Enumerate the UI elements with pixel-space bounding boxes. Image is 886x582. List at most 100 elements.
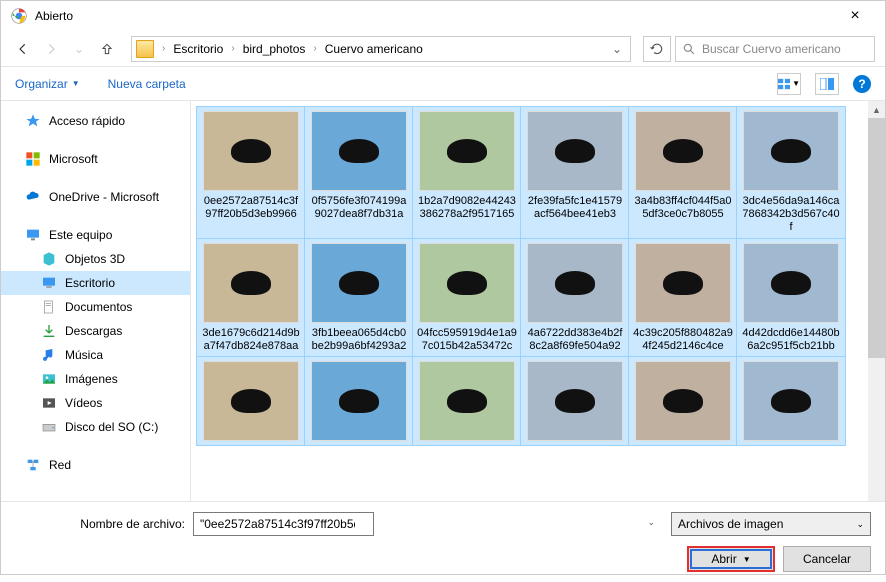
file-tile[interactable] bbox=[197, 357, 305, 445]
breadcrumb-segment[interactable]: Escritorio bbox=[169, 42, 227, 56]
close-button[interactable]: × bbox=[835, 7, 875, 25]
thumbnail bbox=[527, 243, 623, 323]
sidebar-pictures[interactable]: Imágenes bbox=[1, 367, 190, 391]
file-tile[interactable]: 3a4b83ff4cf044f5a05df3ce0c7b8055 bbox=[629, 107, 737, 239]
breadcrumb[interactable]: › Escritorio › bird_photos › Cuervo amer… bbox=[131, 36, 631, 62]
file-name: 4d42dcdd6e14480b6a2c951f5cb21bb bbox=[741, 327, 841, 353]
file-tile[interactable]: 0ee2572a87514c3f97ff20b5d3eb9966 bbox=[197, 107, 305, 239]
sidebar-network[interactable]: Red bbox=[1, 453, 190, 477]
chevron-right-icon: › bbox=[227, 43, 238, 54]
file-tile[interactable] bbox=[521, 357, 629, 445]
file-tile[interactable]: 3dc4e56da9a146ca7868342b3d567c40f bbox=[737, 107, 845, 239]
thumbnail bbox=[743, 111, 839, 191]
file-tile[interactable]: 3de1679c6d214d9ba7f47db824e878aa bbox=[197, 239, 305, 357]
search-icon bbox=[682, 42, 696, 56]
sidebar-microsoft[interactable]: Microsoft bbox=[1, 147, 190, 171]
refresh-button[interactable] bbox=[643, 36, 671, 62]
file-name: 04fcc595919d4e1a97c015b42a53472c bbox=[417, 327, 517, 353]
sidebar-videos[interactable]: Vídeos bbox=[1, 391, 190, 415]
view-mode-button[interactable]: ▼ bbox=[777, 73, 801, 95]
breadcrumb-segment[interactable]: bird_photos bbox=[239, 42, 310, 56]
search-placeholder: Buscar Cuervo americano bbox=[702, 42, 841, 56]
file-tile[interactable]: 2fe39fa5fc1e41579acf564bee41eb3 bbox=[521, 107, 629, 239]
sidebar-local-disk[interactable]: Disco del SO (C:) bbox=[1, 415, 190, 439]
sidebar: Acceso rápido Microsoft OneDrive - Micro… bbox=[1, 101, 191, 501]
sidebar-this-pc[interactable]: Este equipo bbox=[1, 223, 190, 247]
file-name: 0f5756fe3f074199a9027dea8f7db31a bbox=[309, 195, 409, 221]
file-name: 4c39c205f880482a94f245d2146c4ce bbox=[633, 327, 733, 353]
file-name: 4a6722dd383e4b2f8c2a8f69fe504a92 bbox=[525, 327, 625, 353]
file-tile[interactable]: 1b2a7d9082e44243386278a2f9517165 bbox=[413, 107, 521, 239]
thumbnail bbox=[527, 361, 623, 441]
breadcrumb-segment[interactable]: Cuervo americano bbox=[321, 42, 427, 56]
sidebar-music[interactable]: Música bbox=[1, 343, 190, 367]
help-button[interactable]: ? bbox=[853, 75, 871, 93]
recent-dropdown[interactable]: ⌄ bbox=[67, 37, 91, 61]
file-name: 3de1679c6d214d9ba7f47db824e878aa bbox=[201, 327, 301, 353]
preview-pane-button[interactable] bbox=[815, 73, 839, 95]
file-name: 3a4b83ff4cf044f5a05df3ce0c7b8055 bbox=[633, 195, 733, 221]
file-list[interactable]: 0ee2572a87514c3f97ff20b5d3eb9966 0f5756fe… bbox=[191, 101, 885, 501]
file-tile[interactable]: 0f5756fe3f074199a9027dea8f7db31a bbox=[305, 107, 413, 239]
sidebar-onedrive[interactable]: OneDrive - Microsoft bbox=[1, 185, 190, 209]
main-area: Acceso rápido Microsoft OneDrive - Micro… bbox=[1, 101, 885, 501]
new-folder-button[interactable]: Nueva carpeta bbox=[108, 77, 186, 91]
thumbnail bbox=[743, 243, 839, 323]
file-tile[interactable]: 4a6722dd383e4b2f8c2a8f69fe504a92 bbox=[521, 239, 629, 357]
sidebar-documents[interactable]: Documentos bbox=[1, 295, 190, 319]
file-tile[interactable]: 4c39c205f880482a94f245d2146c4ce bbox=[629, 239, 737, 357]
file-name: 3fb1beea065d4cb0be2b99a6bf4293a2 bbox=[309, 327, 409, 353]
sidebar-downloads[interactable]: Descargas bbox=[1, 319, 190, 343]
thumbnail bbox=[203, 111, 299, 191]
folder-icon bbox=[136, 40, 154, 58]
thumbnail bbox=[311, 361, 407, 441]
thumbnail bbox=[419, 243, 515, 323]
file-tile[interactable]: 4d42dcdd6e14480b6a2c951f5cb21bb bbox=[737, 239, 845, 357]
file-name: 3dc4e56da9a146ca7868342b3d567c40f bbox=[741, 195, 841, 235]
file-tile[interactable]: 3fb1beea065d4cb0be2b99a6bf4293a2 bbox=[305, 239, 413, 357]
thumbnail bbox=[635, 243, 731, 323]
organize-menu[interactable]: Organizar▼ bbox=[15, 77, 80, 91]
toolbar: Organizar▼ Nueva carpeta ▼ ? bbox=[1, 67, 885, 101]
thumbnail bbox=[311, 111, 407, 191]
footer: Nombre de archivo: ⌄ Archivos de imagen … bbox=[1, 501, 885, 582]
file-type-filter[interactable]: Archivos de imagen ⌄ bbox=[671, 512, 871, 536]
up-button[interactable] bbox=[95, 37, 119, 61]
title-bar: Abierto × bbox=[1, 1, 885, 31]
open-button[interactable]: Abrir▼ bbox=[687, 546, 775, 572]
scrollbar-thumb[interactable] bbox=[868, 118, 885, 358]
file-tile[interactable] bbox=[413, 357, 521, 445]
chevron-down-icon[interactable]: ⌄ bbox=[647, 517, 655, 528]
thumbnail bbox=[635, 361, 731, 441]
file-tile[interactable] bbox=[737, 357, 845, 445]
thumbnail bbox=[419, 361, 515, 441]
file-name: 0ee2572a87514c3f97ff20b5d3eb9966 bbox=[201, 195, 301, 221]
sidebar-3d-objects[interactable]: Objetos 3D bbox=[1, 247, 190, 271]
chevron-down-icon: ⌄ bbox=[856, 519, 864, 530]
file-name: 1b2a7d9082e44243386278a2f9517165 bbox=[417, 195, 517, 221]
breadcrumb-dropdown[interactable]: ⌄ bbox=[608, 42, 626, 56]
thumbnail bbox=[203, 243, 299, 323]
thumbnail bbox=[311, 243, 407, 323]
scroll-up-icon[interactable]: ▲ bbox=[868, 101, 885, 118]
search-input[interactable]: Buscar Cuervo americano bbox=[675, 36, 875, 62]
file-tile[interactable] bbox=[629, 357, 737, 445]
chevron-right-icon[interactable]: › bbox=[158, 43, 169, 54]
scrollbar[interactable]: ▲ bbox=[868, 101, 885, 501]
window-title: Abierto bbox=[35, 9, 835, 23]
thumbnail bbox=[527, 111, 623, 191]
sidebar-quick-access[interactable]: Acceso rápido bbox=[1, 109, 190, 133]
file-tile[interactable] bbox=[305, 357, 413, 445]
forward-button[interactable] bbox=[39, 37, 63, 61]
nav-bar: ⌄ › Escritorio › bird_photos › Cuervo am… bbox=[1, 31, 885, 67]
thumbnail bbox=[743, 361, 839, 441]
file-tile[interactable]: 04fcc595919d4e1a97c015b42a53472c bbox=[413, 239, 521, 357]
cancel-button[interactable]: Cancelar bbox=[783, 546, 871, 572]
sidebar-desktop[interactable]: Escritorio bbox=[1, 271, 190, 295]
filename-input[interactable] bbox=[193, 512, 374, 536]
back-button[interactable] bbox=[11, 37, 35, 61]
file-name: 2fe39fa5fc1e41579acf564bee41eb3 bbox=[525, 195, 625, 221]
thumbnail bbox=[419, 111, 515, 191]
chrome-icon bbox=[11, 8, 27, 24]
thumbnail bbox=[635, 111, 731, 191]
